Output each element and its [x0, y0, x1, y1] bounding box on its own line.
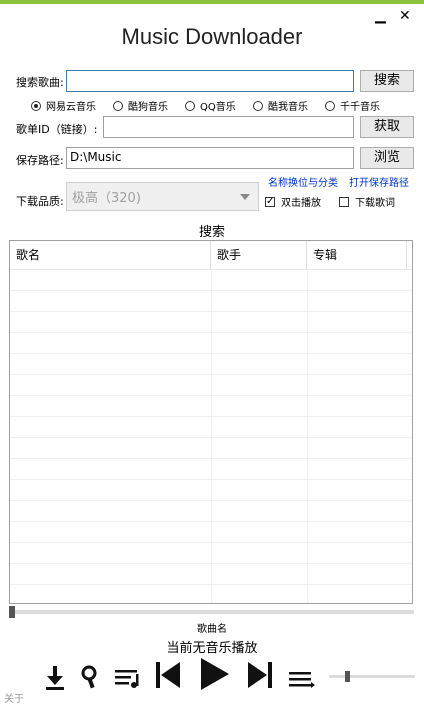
radio-label: QQ音乐: [200, 102, 236, 113]
player-status: 当前无音乐播放: [166, 641, 258, 656]
search-label: 搜索歌曲:: [16, 76, 64, 89]
next-track-icon[interactable]: [246, 660, 274, 690]
chevron-down-icon: [240, 194, 250, 200]
double-click-play-checkbox[interactable]: ✓ 双击播放: [265, 194, 321, 209]
song-name: 歌曲名: [197, 624, 227, 635]
radio-label: 酷我音乐: [268, 102, 308, 113]
results-title: 搜索: [198, 225, 225, 240]
radio-icon: [113, 100, 123, 111]
download-icon[interactable]: [42, 664, 68, 690]
fetch-button[interactable]: 获取: [360, 116, 414, 138]
app-title: Music Downloader: [121, 24, 303, 49]
radio-icon: [325, 100, 335, 111]
quality-label: 下载品质:: [16, 195, 64, 208]
progress-track[interactable]: [9, 610, 414, 614]
close-button[interactable]: ✕: [399, 8, 411, 24]
column-header-album[interactable]: 专辑: [307, 241, 407, 269]
column-header-artist[interactable]: 歌手: [211, 241, 307, 269]
search-button[interactable]: 搜索: [360, 70, 414, 92]
playlist-label: 歌单ID（链接）:: [16, 123, 98, 136]
source-radio-kugou[interactable]: 酷狗音乐: [113, 98, 168, 113]
playlist-id-input[interactable]: [103, 116, 354, 138]
radio-label: 千千音乐: [340, 102, 380, 113]
checkbox-label: 双击播放: [281, 198, 321, 209]
radio-icon: [185, 100, 195, 111]
download-lyrics-checkbox[interactable]: 下载歌词: [339, 194, 395, 209]
quality-value: 极高（320): [72, 191, 141, 206]
accent-top-bar: [0, 0, 424, 4]
quality-select[interactable]: 极高（320): [66, 182, 259, 211]
play-icon[interactable]: [197, 656, 231, 692]
search-icon[interactable]: [80, 665, 102, 689]
browse-button[interactable]: 浏览: [360, 147, 414, 169]
save-path-label: 保存路径:: [16, 154, 64, 167]
minimize-button[interactable]: ▁: [375, 8, 386, 24]
checkbox-icon: [339, 196, 349, 207]
checkmark-icon: ✓: [265, 195, 275, 207]
source-radio-qq[interactable]: QQ音乐: [185, 98, 236, 113]
progress-handle[interactable]: [9, 606, 15, 618]
menu-icon[interactable]: [288, 670, 316, 690]
results-table[interactable]: 歌名 歌手 专辑: [9, 240, 413, 604]
source-radio-kuwo[interactable]: 酷我音乐: [253, 98, 308, 113]
source-radio-qianqian[interactable]: 千千音乐: [325, 98, 380, 113]
source-radio-netease[interactable]: 网易云音乐: [31, 98, 96, 113]
search-input[interactable]: [66, 70, 354, 92]
checkbox-label: 下载歌词: [355, 198, 395, 209]
playlist-icon[interactable]: [114, 668, 142, 688]
volume-handle[interactable]: [345, 671, 351, 682]
open-save-folder-link[interactable]: 打开保存路径: [349, 174, 409, 189]
previous-track-icon[interactable]: [154, 660, 182, 690]
table-header: 歌名 歌手 专辑: [10, 241, 412, 270]
grid-column-line: [211, 269, 212, 603]
radio-selected-icon: [31, 100, 41, 111]
radio-icon: [253, 100, 263, 111]
column-header-song[interactable]: 歌名: [10, 241, 211, 269]
volume-track[interactable]: [329, 675, 415, 678]
radio-label: 网易云音乐: [46, 102, 96, 113]
save-path-input[interactable]: D:\Music: [66, 147, 354, 169]
radio-label: 酷狗音乐: [128, 102, 168, 113]
about-link[interactable]: 关于: [4, 690, 24, 705]
grid-column-line: [307, 269, 308, 603]
rename-classify-link[interactable]: 名称换位与分类: [268, 174, 338, 189]
